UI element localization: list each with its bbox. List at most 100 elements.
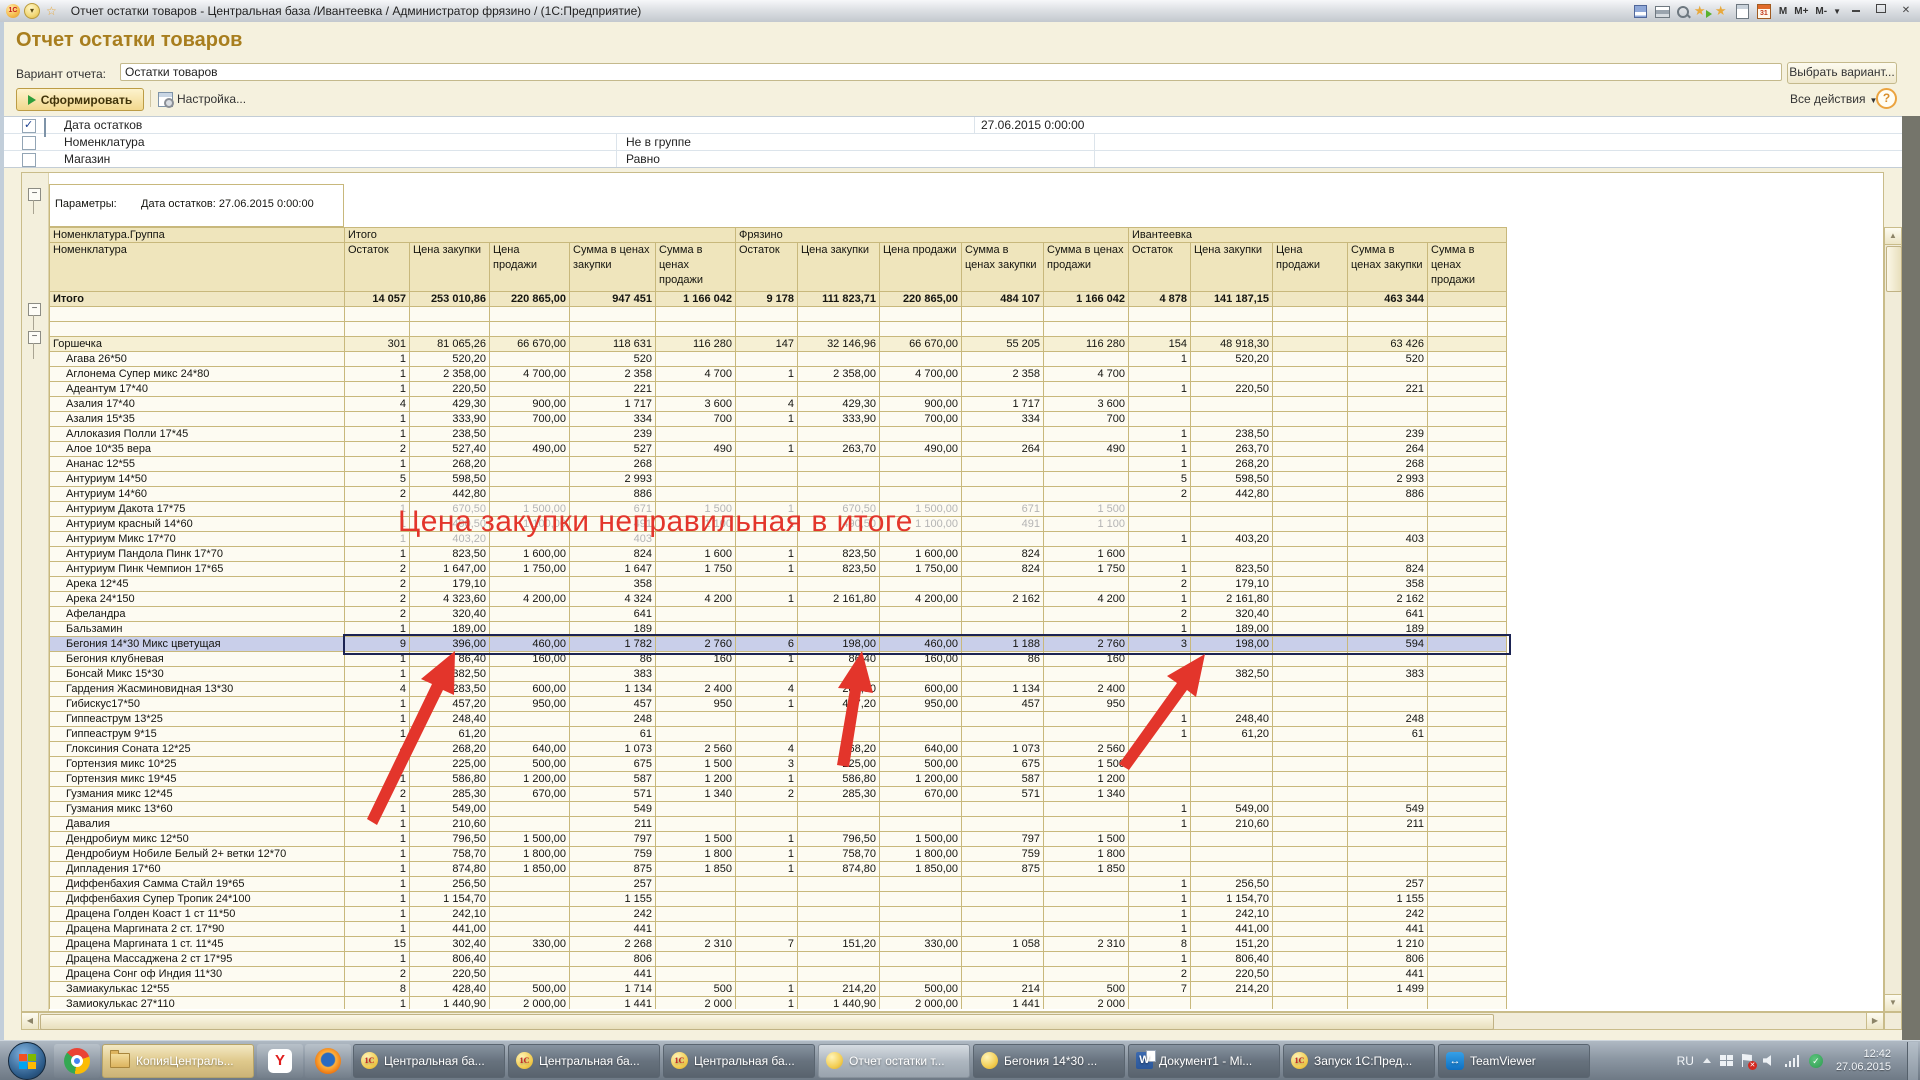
- row-name-cell[interactable]: Ананас 12*55: [50, 457, 345, 472]
- clock[interactable]: 12:4227.06.2015: [1836, 1048, 1891, 1074]
- speaker-icon[interactable]: [1763, 1055, 1776, 1067]
- value-cell[interactable]: [1273, 517, 1348, 532]
- group-expander[interactable]: [28, 188, 41, 201]
- value-cell[interactable]: [798, 322, 880, 337]
- row-name-cell[interactable]: Драцена Массаджена 2 ст 17*95: [50, 952, 345, 967]
- value-cell[interactable]: 2: [1129, 487, 1191, 502]
- value-cell[interactable]: [962, 802, 1044, 817]
- value-cell[interactable]: 160,00: [490, 652, 570, 667]
- value-cell[interactable]: 3 600: [656, 397, 736, 412]
- value-cell[interactable]: 457,20: [410, 697, 490, 712]
- column-header[interactable]: Номенклатура.Группа: [50, 228, 345, 243]
- value-cell[interactable]: 2 268: [570, 937, 656, 952]
- value-cell[interactable]: 1 441: [962, 997, 1044, 1010]
- value-cell[interactable]: [1044, 577, 1129, 592]
- value-cell[interactable]: [1348, 757, 1428, 772]
- value-cell[interactable]: 4 200: [1044, 592, 1129, 607]
- value-cell[interactable]: 823,50: [798, 562, 880, 577]
- value-cell[interactable]: [1044, 352, 1129, 367]
- value-cell[interactable]: [1348, 412, 1428, 427]
- value-cell[interactable]: 1: [345, 802, 410, 817]
- value-cell[interactable]: 463 344: [1348, 292, 1428, 307]
- value-cell[interactable]: [1428, 457, 1507, 472]
- row-name-cell[interactable]: Диффенбахия Супер Тропик 24*100: [50, 892, 345, 907]
- value-cell[interactable]: [736, 667, 798, 682]
- value-cell[interactable]: [736, 382, 798, 397]
- value-cell[interactable]: 9: [345, 637, 410, 652]
- value-cell[interactable]: [1428, 697, 1507, 712]
- column-header[interactable]: Сумма в ценах закупки: [962, 243, 1044, 292]
- value-cell[interactable]: [490, 577, 570, 592]
- value-cell[interactable]: 1 155: [1348, 892, 1428, 907]
- value-cell[interactable]: 1 600: [656, 547, 736, 562]
- value-cell[interactable]: [736, 607, 798, 622]
- value-cell[interactable]: [490, 892, 570, 907]
- value-cell[interactable]: [880, 382, 962, 397]
- value-cell[interactable]: 210,60: [410, 817, 490, 832]
- value-cell[interactable]: [1273, 667, 1348, 682]
- value-cell[interactable]: 490,00: [490, 442, 570, 457]
- value-cell[interactable]: [1273, 952, 1348, 967]
- value-cell[interactable]: 549,00: [1191, 802, 1273, 817]
- value-cell[interactable]: [798, 352, 880, 367]
- value-cell[interactable]: [1273, 487, 1348, 502]
- value-cell[interactable]: [490, 622, 570, 637]
- value-cell[interactable]: [736, 952, 798, 967]
- value-cell[interactable]: 1: [1129, 442, 1191, 457]
- value-cell[interactable]: [1273, 997, 1348, 1010]
- value-cell[interactable]: 1: [1129, 877, 1191, 892]
- value-cell[interactable]: 2 993: [570, 472, 656, 487]
- value-cell[interactable]: 1 073: [570, 742, 656, 757]
- value-cell[interactable]: 1: [345, 547, 410, 562]
- value-cell[interactable]: [1428, 817, 1507, 832]
- value-cell[interactable]: 86,40: [410, 652, 490, 667]
- value-cell[interactable]: [1044, 952, 1129, 967]
- row-name-cell[interactable]: Гузмания микс 13*60: [50, 802, 345, 817]
- value-cell[interactable]: [1273, 907, 1348, 922]
- value-cell[interactable]: 806,40: [1191, 952, 1273, 967]
- row-name-cell[interactable]: Дендробиум микс 12*50: [50, 832, 345, 847]
- value-cell[interactable]: [880, 352, 962, 367]
- value-cell[interactable]: 238,50: [1191, 427, 1273, 442]
- column-header[interactable]: Цена закупки: [798, 243, 880, 292]
- value-cell[interactable]: [1044, 382, 1129, 397]
- value-cell[interactable]: 1: [1129, 892, 1191, 907]
- value-cell[interactable]: 1 750: [656, 562, 736, 577]
- value-cell[interactable]: [1428, 442, 1507, 457]
- taskbar-task-button[interactable]: 1СЦентральная ба...: [508, 1044, 660, 1078]
- value-cell[interactable]: 1: [345, 622, 410, 637]
- value-cell[interactable]: [880, 487, 962, 502]
- value-cell[interactable]: 2: [345, 577, 410, 592]
- value-cell[interactable]: 1: [1129, 427, 1191, 442]
- value-cell[interactable]: [1044, 712, 1129, 727]
- value-cell[interactable]: [1273, 712, 1348, 727]
- value-cell[interactable]: [1191, 682, 1273, 697]
- value-cell[interactable]: [656, 622, 736, 637]
- value-cell[interactable]: [798, 892, 880, 907]
- taskbar-task-button[interactable]: ↔TeamViewer: [1438, 1044, 1590, 1078]
- value-cell[interactable]: 248,40: [1191, 712, 1273, 727]
- value-cell[interactable]: 1 340: [1044, 787, 1129, 802]
- value-cell[interactable]: [1129, 412, 1191, 427]
- row-name-cell[interactable]: Алое 10*35 вера: [50, 442, 345, 457]
- value-cell[interactable]: [880, 727, 962, 742]
- value-cell[interactable]: 1 717: [962, 397, 1044, 412]
- value-cell[interactable]: [656, 487, 736, 502]
- value-cell[interactable]: 2 760: [656, 637, 736, 652]
- value-cell[interactable]: 382,50: [410, 667, 490, 682]
- row-name-cell[interactable]: Антуриум Дакота 17*75: [50, 502, 345, 517]
- value-cell[interactable]: [1273, 397, 1348, 412]
- value-cell[interactable]: [1044, 817, 1129, 832]
- help-button[interactable]: ?: [1876, 88, 1897, 109]
- value-cell[interactable]: 1 800,00: [880, 847, 962, 862]
- value-cell[interactable]: 1 500: [1044, 832, 1129, 847]
- value-cell[interactable]: [490, 472, 570, 487]
- row-name-cell[interactable]: Антуриум Пинк Чемпион 17*65: [50, 562, 345, 577]
- value-cell[interactable]: [345, 322, 410, 337]
- value-cell[interactable]: 55 205: [962, 337, 1044, 352]
- value-cell[interactable]: 225,00: [410, 757, 490, 772]
- scroll-left-icon[interactable]: ◀: [22, 1013, 39, 1029]
- value-cell[interactable]: [1428, 937, 1507, 952]
- value-cell[interactable]: [1044, 322, 1129, 337]
- row-name-cell[interactable]: Драцена Голден Коаст 1 ст 11*50: [50, 907, 345, 922]
